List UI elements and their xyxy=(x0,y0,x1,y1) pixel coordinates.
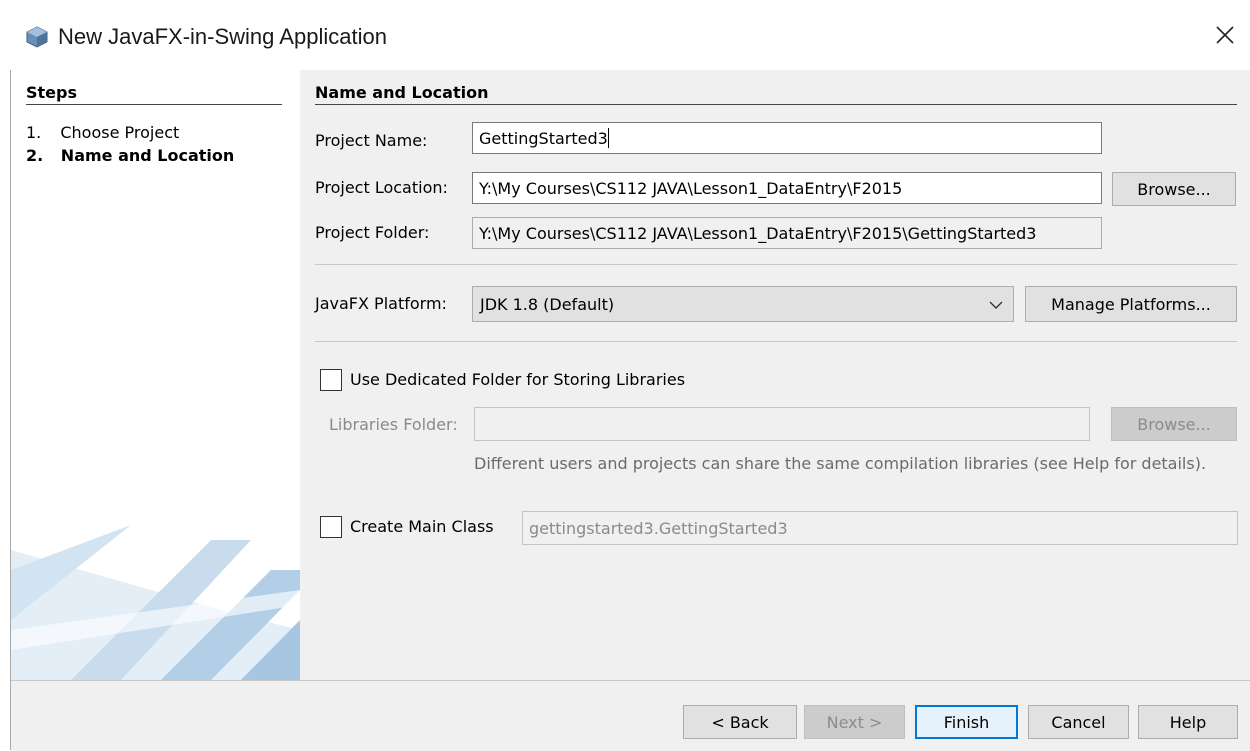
step-item-choose-project: 1. Choose Project xyxy=(26,123,179,142)
step-number: 2. xyxy=(26,146,44,165)
next-button: Next > xyxy=(804,705,905,739)
manage-platforms-button[interactable]: Manage Platforms... xyxy=(1025,286,1237,322)
separator xyxy=(315,264,1237,265)
title-bar: New JavaFX-in-Swing Application xyxy=(0,0,1250,70)
libraries-folder-input xyxy=(474,407,1090,441)
libraries-folder-label: Libraries Folder: xyxy=(329,415,458,434)
separator xyxy=(315,341,1237,342)
create-main-class-label[interactable]: Create Main Class xyxy=(350,517,494,536)
project-folder-field: Y:\My Courses\CS112 JAVA\Lesson1_DataEnt… xyxy=(472,217,1102,249)
main-class-field: gettingstarted3.GettingStarted3 xyxy=(522,511,1238,545)
back-button[interactable]: < Back xyxy=(683,705,797,739)
project-location-input[interactable]: Y:\My Courses\CS112 JAVA\Lesson1_DataEnt… xyxy=(472,172,1102,204)
steps-heading: Steps xyxy=(26,83,77,102)
create-main-class-checkbox[interactable] xyxy=(320,516,342,538)
help-button[interactable]: Help xyxy=(1138,705,1238,739)
close-icon[interactable] xyxy=(1208,18,1242,52)
button-bar: < Back Next > Finish Cancel Help xyxy=(11,680,1250,751)
step-label: Name and Location xyxy=(60,146,235,165)
project-location-label: Project Location: xyxy=(315,178,448,197)
cancel-button[interactable]: Cancel xyxy=(1028,705,1129,739)
section-rule xyxy=(315,104,1237,105)
javafx-platform-select[interactable]: JDK 1.8 (Default) xyxy=(472,286,1014,322)
step-number: 1. xyxy=(26,123,42,142)
window-title: New JavaFX-in-Swing Application xyxy=(58,24,387,49)
steps-rule xyxy=(26,104,282,105)
browse-libraries-button: Browse... xyxy=(1111,407,1237,441)
javafx-platform-label: JavaFX Platform: xyxy=(315,294,447,313)
section-heading: Name and Location xyxy=(315,83,489,102)
finish-button[interactable]: Finish xyxy=(915,705,1018,739)
dedicated-folder-label[interactable]: Use Dedicated Folder for Storing Librari… xyxy=(350,370,685,389)
project-name-input[interactable]: GettingStarted3 xyxy=(472,122,1102,154)
step-item-name-and-location: 2. Name and Location xyxy=(26,146,234,165)
decorative-swoosh-graphic xyxy=(11,525,300,680)
browse-location-button[interactable]: Browse... xyxy=(1112,172,1236,206)
libraries-help-text: Different users and projects can share t… xyxy=(474,454,1207,473)
steps-panel: Steps 1. Choose Project 2. Name and Loca… xyxy=(11,70,300,680)
app-cube-icon xyxy=(26,26,48,48)
project-folder-label: Project Folder: xyxy=(315,223,430,242)
chevron-down-icon xyxy=(989,301,1003,309)
dedicated-folder-checkbox[interactable] xyxy=(320,369,342,391)
step-label: Choose Project xyxy=(60,123,180,142)
project-name-label: Project Name: xyxy=(315,131,428,150)
main-panel: Name and Location Project Name: GettingS… xyxy=(300,70,1250,680)
text-caret xyxy=(607,128,609,148)
